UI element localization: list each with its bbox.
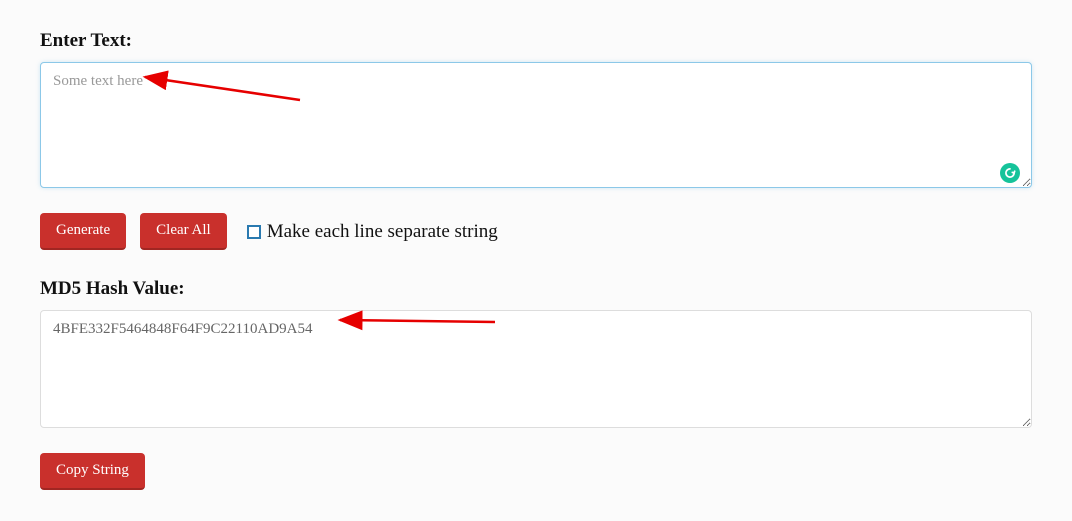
separate-lines-checkbox-group: Make each line separate string: [247, 221, 498, 243]
hash-generator-form: Enter Text: Generate Clear All Make each…: [40, 30, 1032, 490]
input-textarea-wrapper: [40, 62, 1032, 193]
grammarly-icon: [1000, 163, 1020, 183]
separate-lines-checkbox[interactable]: [247, 225, 261, 239]
output-label: MD5 Hash Value:: [40, 278, 1032, 300]
input-label: Enter Text:: [40, 30, 1032, 52]
text-input[interactable]: [40, 62, 1032, 188]
generate-button[interactable]: Generate: [40, 213, 126, 250]
copy-string-button[interactable]: Copy String: [40, 453, 145, 490]
separate-lines-label: Make each line separate string: [267, 221, 498, 243]
hash-output[interactable]: [40, 310, 1032, 428]
controls-row: Generate Clear All Make each line separa…: [40, 213, 1032, 250]
clear-all-button[interactable]: Clear All: [140, 213, 227, 250]
